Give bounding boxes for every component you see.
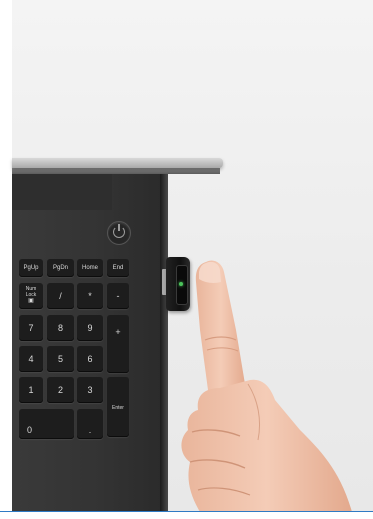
bottom-margin — [0, 512, 373, 519]
product-photo: PgUp PgDn Home End Num Lock ▣ / * - 7 8 … — [0, 0, 373, 519]
hand-palm — [181, 379, 352, 512]
pointing-hand — [181, 260, 352, 512]
fingernail — [199, 261, 221, 283]
